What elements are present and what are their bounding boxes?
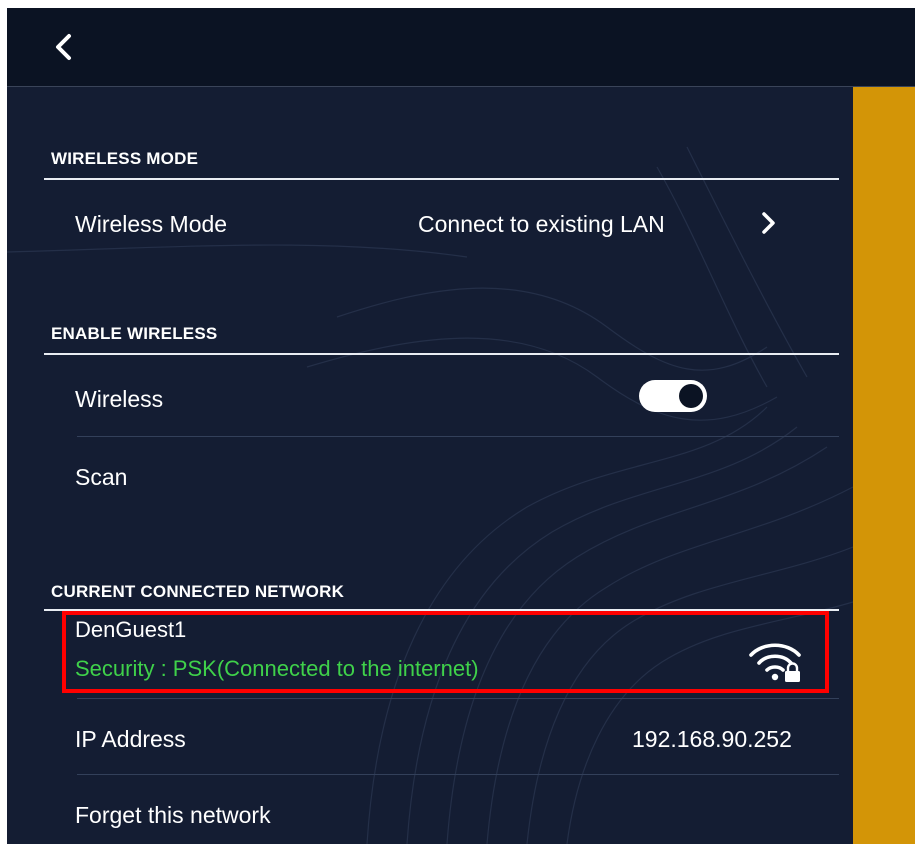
wireless-toggle[interactable] [639, 380, 707, 412]
row-divider [77, 436, 839, 437]
app-window: WIRELESS MODE Wireless Mode Connect to e… [7, 8, 915, 844]
section-title-enable-wireless: ENABLE WIRELESS [51, 324, 218, 343]
highlight-box [62, 611, 829, 693]
toggle-knob [679, 384, 703, 408]
scan-button[interactable]: Scan [75, 464, 127, 491]
forget-network-button[interactable]: Forget this network [75, 802, 271, 829]
chevron-left-icon [56, 34, 71, 60]
wireless-mode-label: Wireless Mode [75, 211, 228, 237]
wireless-label: Wireless [75, 386, 164, 412]
section-title-current-network: CURRENT CONNECTED NETWORK [51, 582, 345, 601]
wireless-mode-value: Connect to existing LAN [418, 211, 665, 237]
section-title-wireless-mode: WIRELESS MODE [51, 149, 199, 168]
chevron-right-icon [762, 212, 775, 234]
side-accent-bar [853, 87, 915, 844]
ip-address-value: 192.168.90.252 [632, 726, 792, 752]
ip-address-label: IP Address [75, 726, 186, 752]
section-divider [44, 178, 839, 180]
back-button[interactable] [47, 30, 81, 64]
top-bar [7, 8, 915, 87]
section-divider [44, 353, 839, 355]
row-divider [77, 774, 839, 775]
row-divider [77, 698, 839, 699]
